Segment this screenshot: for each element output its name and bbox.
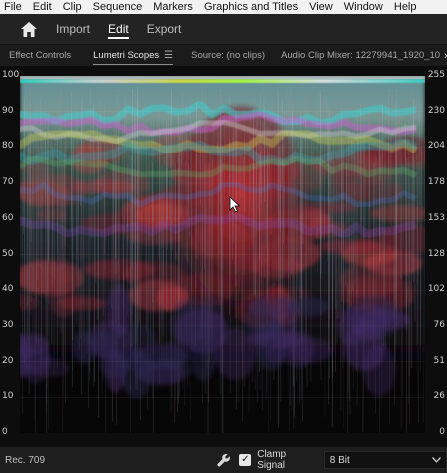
- chevron-down-icon: [432, 457, 441, 463]
- home-icon: [21, 21, 37, 37]
- workspace-bar: Import Edit Export: [0, 14, 447, 44]
- left-tick-label: 50: [2, 248, 14, 259]
- menu-help[interactable]: Help: [394, 0, 417, 14]
- menu-edit[interactable]: Edit: [33, 0, 52, 14]
- waveform-graphic: [20, 76, 425, 433]
- menu-graphics-and-titles[interactable]: Graphics and Titles: [204, 0, 298, 14]
- right-tick-label: 204: [427, 141, 445, 152]
- tab-source[interactable]: Source: (no clips): [191, 45, 265, 67]
- left-tick-label: 70: [2, 177, 14, 188]
- right-tick-label: 26: [433, 391, 445, 402]
- left-tick-label: 20: [2, 355, 14, 366]
- workspace-tab-export[interactable]: Export: [147, 14, 182, 44]
- menu-clip[interactable]: Clip: [63, 0, 82, 14]
- right-tick-label: 76: [433, 319, 445, 330]
- lumetri-scope-panel: 100 90 80 70 60 50 40 30 20 10 0 255 230 204 178 153 12…: [0, 66, 447, 447]
- waveform-display[interactable]: [20, 76, 425, 433]
- tab-effect-controls[interactable]: Effect Controls: [9, 45, 71, 67]
- right-tick-label: 178: [427, 177, 445, 188]
- menu-bar: File Edit Clip Sequence Markers Graphics…: [0, 0, 447, 14]
- workspace-tab-import[interactable]: Import: [56, 14, 90, 44]
- right-tick-label: 230: [427, 105, 445, 116]
- menu-markers[interactable]: Markers: [153, 0, 193, 14]
- left-tick-label: 0: [2, 427, 8, 437]
- tab-lumetri-scopes[interactable]: Lumetri Scopes ☰: [93, 45, 187, 67]
- bit-depth-select[interactable]: 8 Bit: [323, 451, 447, 469]
- scope-footer: Rec. 709 ✓ Clamp Signal 8 Bit: [0, 447, 447, 473]
- menu-view[interactable]: View: [309, 0, 333, 14]
- right-tick-label: 255: [427, 70, 445, 80]
- color-standard-label[interactable]: Rec. 709: [5, 455, 217, 466]
- right-tick-label: 153: [427, 212, 445, 223]
- tab-audio-clip-mixer[interactable]: Audio Clip Mixer: 12279941_1920_10: [281, 45, 440, 67]
- right-tick-label: 51: [433, 355, 445, 366]
- left-tick-label: 10: [2, 391, 14, 402]
- left-tick-label: 30: [2, 319, 14, 330]
- right-tick-label: 128: [427, 248, 445, 259]
- left-tick-label: 90: [2, 105, 14, 116]
- menu-sequence[interactable]: Sequence: [93, 0, 143, 14]
- panel-menu-icon[interactable]: ☰: [164, 50, 173, 61]
- waveform-traces: [20, 76, 425, 433]
- tab-lumetri-scopes-label: Lumetri Scopes: [93, 49, 160, 61]
- workspace-tab-edit[interactable]: Edit: [108, 14, 129, 44]
- right-tick-label: 0: [439, 427, 445, 437]
- clamp-signal-label: Clamp Signal: [257, 449, 287, 471]
- right-tick-label: 102: [427, 284, 445, 295]
- left-tick-label: 80: [2, 141, 14, 152]
- left-tick-label: 40: [2, 284, 14, 295]
- home-button[interactable]: [18, 18, 40, 40]
- panel-tab-bar: Effect Controls Lumetri Scopes ☰ Source: …: [0, 44, 447, 66]
- wrench-icon[interactable]: [216, 453, 231, 467]
- left-tick-label: 60: [2, 212, 14, 223]
- menu-window[interactable]: Window: [344, 0, 383, 14]
- menu-file[interactable]: File: [4, 0, 22, 14]
- mouse-cursor-icon: [229, 196, 241, 213]
- left-tick-label: 100: [2, 70, 20, 80]
- clamp-signal-checkbox[interactable]: ✓: [239, 454, 252, 466]
- bit-depth-value: 8 Bit: [329, 454, 350, 466]
